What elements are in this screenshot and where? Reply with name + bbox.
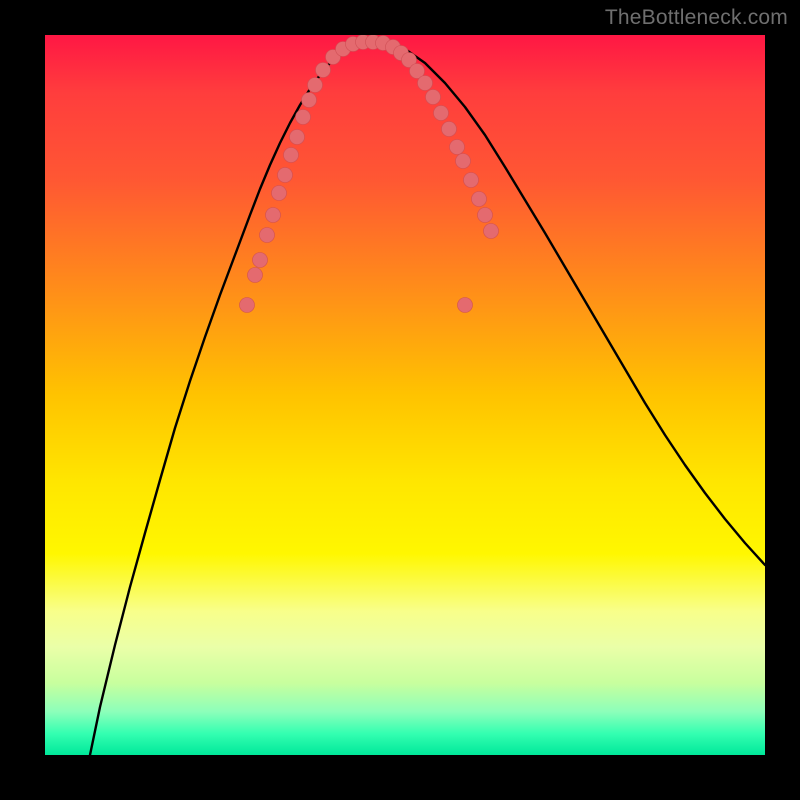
plot-area [45,35,765,755]
chart-frame: TheBottleneck.com [0,0,800,800]
data-point [260,228,275,243]
data-point [464,173,479,188]
bottleneck-curve [90,42,765,755]
data-point [484,224,499,239]
data-point [266,208,281,223]
data-point [472,192,487,207]
data-point [248,268,263,283]
data-point [456,154,471,169]
watermark-text: TheBottleneck.com [605,6,788,30]
data-point [278,168,293,183]
data-point [418,76,433,91]
data-point [308,78,323,93]
data-point [478,208,493,223]
data-point [316,63,331,78]
data-point [458,298,473,313]
data-point [253,253,268,268]
data-point [450,140,465,155]
data-point [284,148,299,163]
chart-svg-layer [45,35,765,755]
data-point [296,110,311,125]
data-point [272,186,287,201]
data-point [290,130,305,145]
data-point [434,106,449,121]
data-point [426,90,441,105]
data-point [442,122,457,137]
data-point [240,298,255,313]
data-point [302,93,317,108]
